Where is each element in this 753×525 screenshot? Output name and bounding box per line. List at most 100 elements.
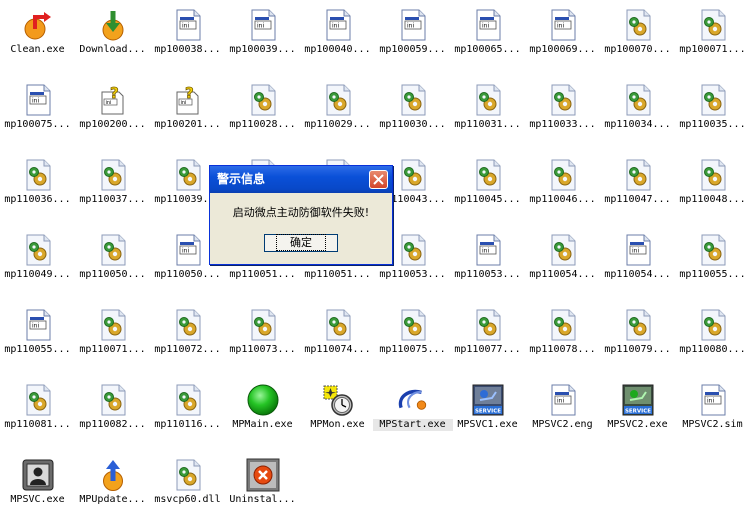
file-item[interactable]: ini MPSVC2.eng: [525, 375, 600, 450]
file-item[interactable]: mp110082...: [75, 375, 150, 450]
file-item[interactable]: ini mp100059...: [375, 0, 450, 75]
file-label: MPMain.exe: [232, 419, 293, 430]
file-item[interactable]: MPStart.exe: [372, 375, 453, 450]
file-item[interactable]: mp110045...: [450, 150, 525, 225]
file-label: MPStart.exe: [372, 419, 453, 431]
file-label: mp110079...: [604, 344, 671, 355]
file-item[interactable]: mp110029...: [300, 75, 375, 150]
file-item[interactable]: MPMon.exe: [300, 375, 375, 450]
svg-text:ini: ini: [632, 248, 639, 255]
file-item[interactable]: mp110081...: [0, 375, 75, 450]
warning-dialog: 警示信息 启动微点主动防御软件失败! 确定: [209, 165, 393, 265]
file-item[interactable]: mp110030...: [375, 75, 450, 150]
file-item[interactable]: mp110075...: [375, 300, 450, 375]
dll-file-icon: [471, 308, 505, 342]
file-label: MPSVC.exe: [10, 494, 65, 505]
file-item[interactable]: mp100070...: [600, 0, 675, 75]
file-item[interactable]: mp110078...: [525, 300, 600, 375]
dll-file-icon: [621, 83, 655, 117]
file-item[interactable]: ini mp100069...: [525, 0, 600, 75]
file-item[interactable]: ini mp100075...: [0, 75, 75, 150]
mpmon-clock-icon: [321, 383, 355, 417]
file-item[interactable]: mp110046...: [525, 150, 600, 225]
file-item[interactable]: mp110036...: [0, 150, 75, 225]
dialog-title-bar[interactable]: 警示信息: [210, 166, 392, 193]
file-label: mp110075...: [379, 344, 446, 355]
file-item[interactable]: MPUpdate...: [75, 450, 150, 525]
file-item[interactable]: mp110033...: [525, 75, 600, 150]
ini-file-icon: ini: [621, 233, 655, 267]
file-item[interactable]: ini mp110053...: [450, 225, 525, 300]
dialog-close-button[interactable]: [369, 170, 388, 189]
svg-text:?: ?: [185, 84, 194, 102]
file-item[interactable]: ini mp100039...: [225, 0, 300, 75]
ok-button[interactable]: 确定: [264, 234, 338, 252]
file-item[interactable]: MPMain.exe: [225, 375, 300, 450]
file-item[interactable]: mp110080...: [675, 300, 750, 375]
dll-file-icon: [21, 383, 55, 417]
file-item[interactable]: mp110037...: [75, 150, 150, 225]
file-label: mp110051...: [304, 269, 371, 280]
file-label: mp100069...: [529, 44, 596, 55]
file-item[interactable]: mp110031...: [450, 75, 525, 150]
file-item[interactable]: mp110035...: [675, 75, 750, 150]
file-item[interactable]: mp110034...: [600, 75, 675, 150]
file-label: mp100201...: [154, 119, 221, 130]
ini-file-icon: ini: [171, 233, 205, 267]
dialog-title: 警示信息: [217, 172, 266, 186]
file-item[interactable]: msvcp60.dll: [150, 450, 225, 525]
file-item[interactable]: mp110071...: [75, 300, 150, 375]
file-item[interactable]: ini mp100065...: [450, 0, 525, 75]
file-label: mp110054...: [604, 269, 671, 280]
file-item[interactable]: mp110048...: [675, 150, 750, 225]
file-item[interactable]: mp110073...: [225, 300, 300, 375]
file-label: mp110073...: [229, 344, 296, 355]
ini-file-icon: ini: [546, 383, 580, 417]
file-item[interactable]: mp110072...: [150, 300, 225, 375]
dll-file-icon: [96, 158, 130, 192]
file-label: mp110037...: [79, 194, 146, 205]
dll-file-icon: [621, 308, 655, 342]
file-item[interactable]: mp110028...: [225, 75, 300, 150]
file-item[interactable]: mp110077...: [450, 300, 525, 375]
file-item[interactable]: mp110116...: [150, 375, 225, 450]
file-item[interactable]: ini ? mp100201...: [150, 75, 225, 150]
file-item[interactable]: ini mp100038...: [150, 0, 225, 75]
file-label: mp110116...: [154, 419, 221, 430]
file-label: mp110055...: [4, 344, 71, 355]
file-label: mp110048...: [679, 194, 746, 205]
file-label: MPSVC2.exe: [607, 419, 668, 430]
file-item[interactable]: ini MPSVC2.sim: [675, 375, 750, 450]
download-exe-icon: [96, 8, 130, 42]
file-item[interactable]: mp110054...: [525, 225, 600, 300]
dll-file-icon: [621, 8, 655, 42]
uninstall-icon: [246, 458, 280, 492]
file-item[interactable]: ini mp110054...: [600, 225, 675, 300]
file-item[interactable]: ini ? mp100200...: [75, 75, 150, 150]
file-label: mp110045...: [454, 194, 521, 205]
file-item[interactable]: mp110049...: [0, 225, 75, 300]
file-item[interactable]: mp100071...: [675, 0, 750, 75]
file-label: mp110031...: [454, 119, 521, 130]
file-label: mp100071...: [679, 44, 746, 55]
file-label: mp110036...: [4, 194, 71, 205]
file-item[interactable]: SERVICE MPSVC2.exe: [600, 375, 675, 450]
file-item[interactable]: Uninstal...: [225, 450, 300, 525]
file-item[interactable]: ini mp110055...: [0, 300, 75, 375]
file-item[interactable]: mp110047...: [600, 150, 675, 225]
file-item[interactable]: mp110074...: [300, 300, 375, 375]
file-label: mp110046...: [529, 194, 596, 205]
file-item[interactable]: mp110055...: [675, 225, 750, 300]
file-item[interactable]: mp110050...: [75, 225, 150, 300]
dll-file-icon: [171, 458, 205, 492]
file-item[interactable]: SERVICE MPSVC1.exe: [450, 375, 525, 450]
file-label: mp110072...: [154, 344, 221, 355]
file-item[interactable]: Download...: [75, 0, 150, 75]
file-item[interactable]: ini mp100040...: [300, 0, 375, 75]
file-item[interactable]: MPSVC.exe: [0, 450, 75, 525]
file-item[interactable]: mp110079...: [600, 300, 675, 375]
dll-file-icon: [471, 83, 505, 117]
ini-file-icon: ini: [171, 8, 205, 42]
file-item[interactable]: Clean.exe: [0, 0, 75, 75]
dll-file-icon: [696, 8, 730, 42]
